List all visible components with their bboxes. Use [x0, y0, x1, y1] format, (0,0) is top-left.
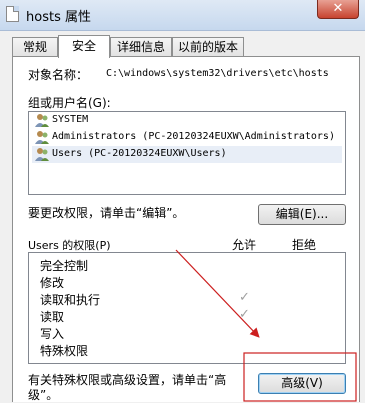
tab-security[interactable]: 安全 [58, 35, 110, 58]
permission-name: 读取和执行 [40, 293, 101, 307]
deny-column-header: 拒绝 [292, 238, 317, 252]
user-name: Administrators (PC-20120324EUXW\Administ… [52, 131, 335, 142]
allow-check-icon: ✓ [239, 307, 250, 322]
advanced-hint-line2: 级”。 [28, 388, 59, 402]
permissions-label: Users 的权限(P) [28, 239, 111, 252]
user-row-users[interactable]: Users (PC-20120324EUXW\Users) [32, 146, 342, 163]
users-icon [35, 114, 49, 127]
title-bar: hosts 属性 ✕ [0, 0, 365, 31]
window-title: hosts 属性 [26, 10, 91, 25]
users-listbox[interactable]: SYSTEM Administrators (PC-20120324EUXW\A… [28, 111, 346, 195]
permission-name: 修改 [40, 276, 65, 290]
change-permissions-hint: 要更改权限，请单击“编辑”。 [28, 206, 185, 220]
tab-general[interactable]: 常规 [12, 37, 58, 56]
permission-name: 完全控制 [40, 259, 89, 273]
user-row-system[interactable]: SYSTEM [32, 112, 342, 129]
users-icon [35, 148, 49, 161]
advanced-button[interactable]: 高级(V) [258, 373, 346, 394]
permission-name: 写入 [40, 327, 65, 341]
edit-button[interactable]: 编辑(E)... [258, 204, 346, 225]
object-name-value: C:\windows\system32\drivers\etc\hosts [106, 68, 329, 79]
users-icon [35, 131, 49, 144]
user-name: SYSTEM [52, 114, 89, 125]
user-row-administrators[interactable]: Administrators (PC-20120324EUXW\Administ… [32, 129, 342, 146]
permissions-list: 完全控制 修改 读取和执行 ✓ 读取 ✓ 写入 特殊权限 [28, 252, 346, 364]
tab-details[interactable]: 详细信息 [110, 37, 172, 56]
tab-previous-versions[interactable]: 以前的版本 [172, 37, 244, 56]
user-name: Users (PC-20120324EUXW\Users) [52, 148, 227, 159]
permission-name: 读取 [40, 310, 65, 324]
permission-name: 特殊权限 [40, 344, 89, 358]
close-button[interactable]: ✕ [317, 0, 359, 19]
allow-check-icon: ✓ [239, 290, 250, 305]
groups-label: 组或用户名(G): [28, 96, 111, 110]
allow-column-header: 允许 [232, 238, 257, 252]
object-name-label: 对象名称： [28, 68, 89, 82]
file-icon [6, 6, 19, 22]
